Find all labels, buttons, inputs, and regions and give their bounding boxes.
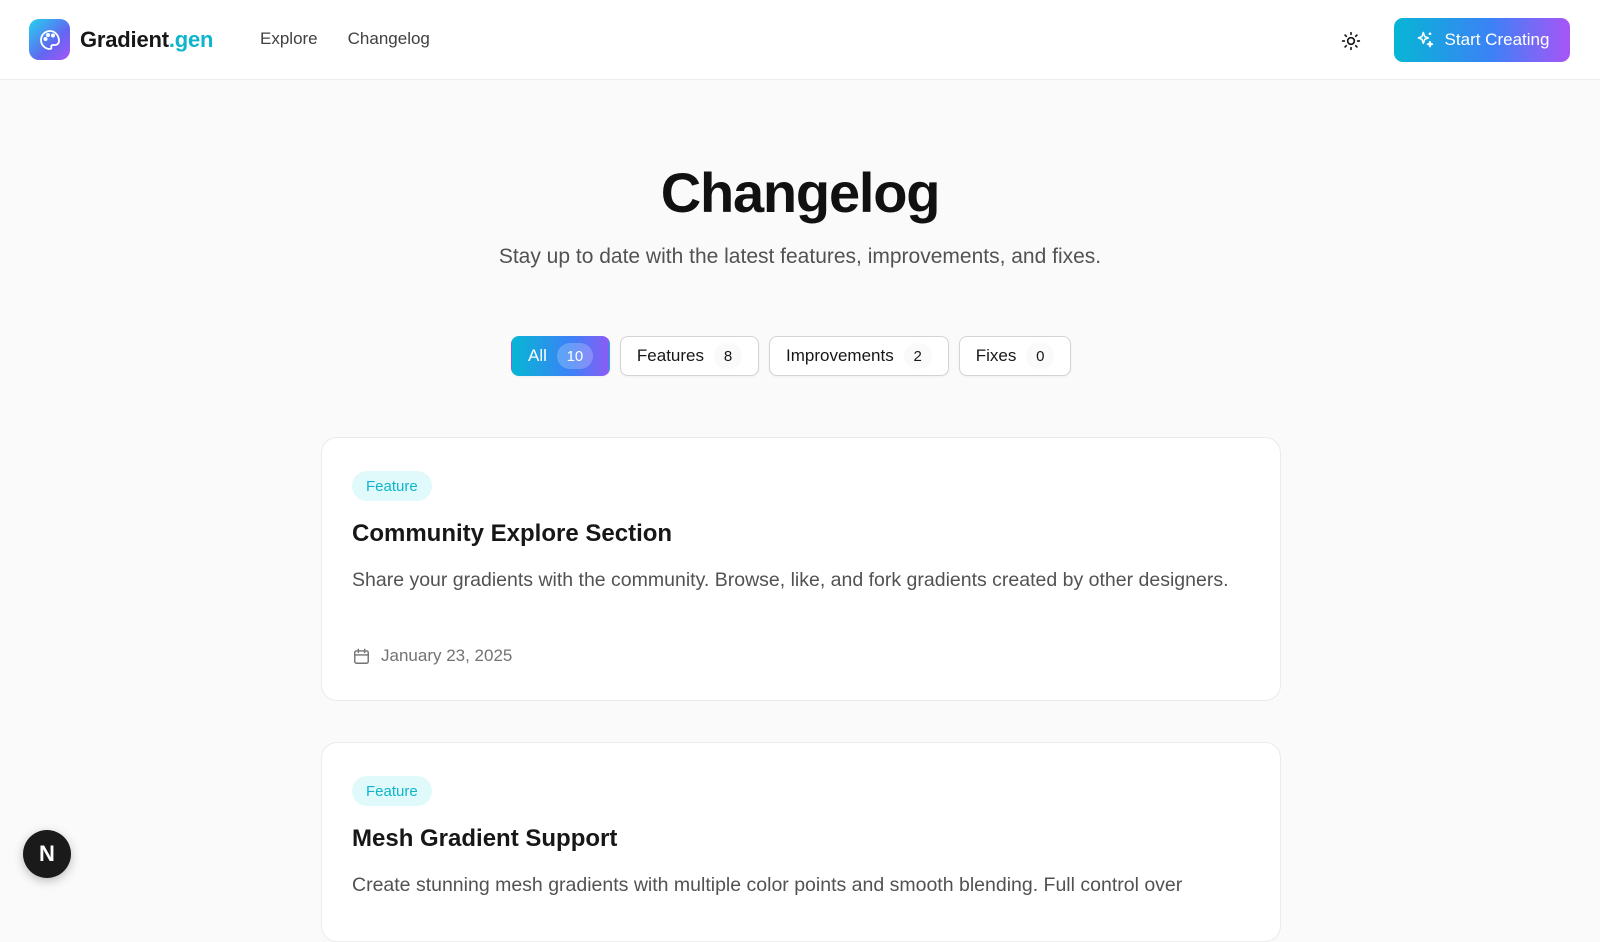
theme-toggle-button[interactable] bbox=[1336, 26, 1366, 56]
filter-count: 2 bbox=[903, 343, 932, 369]
brand[interactable]: Gradient.gen bbox=[29, 19, 214, 60]
filter-tabs: All 10 Features 8 Improvements 2 Fixes 0 bbox=[511, 336, 1072, 376]
entry-date: January 23, 2025 bbox=[352, 646, 512, 666]
entry-description: Create stunning mesh gradients with mult… bbox=[352, 874, 1183, 896]
top-navbar: Gradient.gen Explore Changelog Start Cre… bbox=[0, 0, 1600, 80]
start-creating-button[interactable]: Start Creating bbox=[1394, 18, 1570, 62]
filter-features[interactable]: Features 8 bbox=[619, 336, 759, 376]
filter-count: 0 bbox=[1026, 343, 1055, 369]
fab-label: N bbox=[39, 841, 55, 866]
brand-name: Gradient.gen bbox=[80, 26, 214, 53]
page-subtitle: Stay up to date with the latest features… bbox=[498, 245, 1102, 268]
start-creating-label: Start Creating bbox=[1444, 30, 1550, 49]
filter-count: 8 bbox=[714, 343, 742, 369]
calendar-icon bbox=[354, 648, 369, 664]
filter-label: Improvements bbox=[786, 346, 894, 365]
sun-icon bbox=[1341, 31, 1361, 51]
palette-icon bbox=[29, 19, 70, 60]
filter-improvements[interactable]: Improvements 2 bbox=[769, 336, 949, 376]
changelog-entry: Feature Mesh Gradient Support Create stu… bbox=[321, 742, 1281, 942]
filter-all[interactable]: All 10 bbox=[511, 336, 610, 376]
filter-count: 10 bbox=[556, 343, 593, 369]
nav-link-explore[interactable]: Explore bbox=[260, 29, 318, 49]
nextjs-dev-indicator-button[interactable]: N bbox=[23, 830, 71, 878]
filter-label: All bbox=[528, 346, 547, 365]
filter-fixes[interactable]: Fixes 0 bbox=[958, 336, 1072, 376]
main-nav: Explore Changelog bbox=[260, 29, 430, 49]
filter-label: Fixes bbox=[975, 346, 1017, 365]
brand-main: Gradient bbox=[80, 26, 169, 52]
changelog-entry: Feature Community Explore Section Share … bbox=[321, 437, 1281, 701]
category-badge: Feature bbox=[352, 776, 432, 806]
entry-description: Share your gradients with the community.… bbox=[352, 569, 1229, 591]
page-title: Changelog bbox=[660, 161, 941, 224]
sparkles-icon bbox=[1417, 31, 1433, 48]
entry-date-text: January 23, 2025 bbox=[381, 646, 513, 665]
filter-label: Features bbox=[636, 346, 704, 365]
entry-title: Community Explore Section bbox=[352, 520, 673, 547]
brand-suffix: .gen bbox=[168, 26, 214, 52]
entry-title: Mesh Gradient Support bbox=[352, 825, 618, 852]
nav-link-changelog[interactable]: Changelog bbox=[348, 29, 430, 49]
category-badge: Feature bbox=[352, 471, 432, 501]
